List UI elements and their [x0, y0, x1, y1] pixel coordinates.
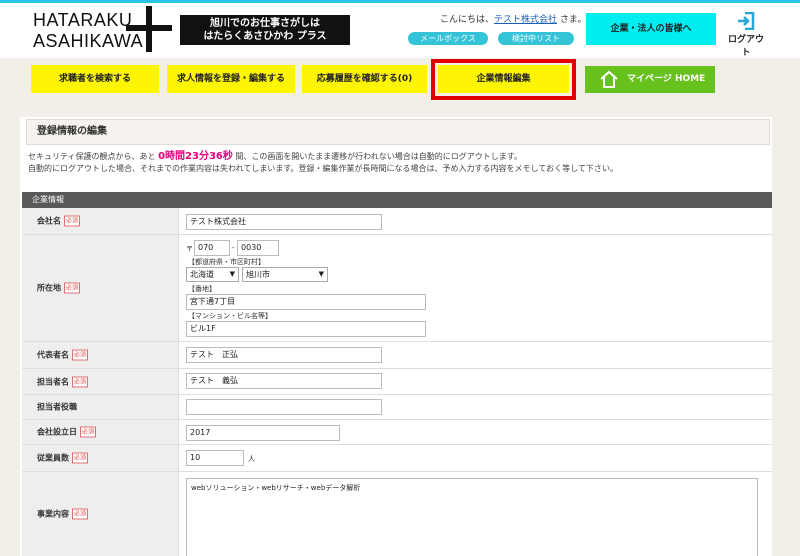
required-badge: 必須	[72, 508, 89, 520]
label-founded: 会社設立日	[37, 427, 77, 437]
tagline-line-1: 旭川でのお仕事さがしは	[210, 18, 320, 29]
required-badge: 必須	[64, 282, 81, 294]
logout-icon	[738, 12, 755, 30]
mypage-home-button[interactable]: マイページ HOME	[585, 66, 715, 93]
logo-plus-icon	[126, 6, 172, 52]
chevron-down-icon: ▼	[318, 270, 324, 278]
logout-button[interactable]: ログアウト	[724, 12, 768, 58]
company-name-input[interactable]: テスト株式会社	[186, 214, 382, 230]
label-contact-role: 担当者役職	[37, 402, 77, 412]
building-hint: 【マンション・ビル名等】	[188, 312, 272, 320]
required-badge: 必須	[72, 376, 89, 387]
employees-unit: 人	[248, 455, 255, 463]
row-company-name: 会社名 必須 テスト株式会社	[22, 208, 772, 235]
row-employees: 従業員数 必須 10 人	[22, 445, 772, 472]
label-employees: 従業員数	[37, 453, 69, 463]
street-input[interactable]: 宮下通7丁目	[186, 294, 426, 310]
contact-person-input[interactable]: テスト 義弘	[186, 373, 382, 389]
mypage-label: マイページ HOME	[627, 74, 706, 84]
employees-input[interactable]: 10	[186, 450, 244, 466]
security-notice: セキュリティ保護の観点から、あと 0時間23分36秒 間、この画面を開いたまま遷…	[28, 151, 768, 175]
founded-input[interactable]: 2017	[186, 425, 340, 441]
label-representative: 代表者名	[37, 350, 69, 360]
business-textarea[interactable]: webソリューション・webリサーチ・webデータ解析	[186, 478, 758, 556]
nav-job-postings[interactable]: 求人情報を登録・編集する	[167, 65, 295, 93]
corporate-info-button[interactable]: 企業・法人の皆様へ	[586, 13, 716, 45]
city-select[interactable]: 旭川市 ▼	[242, 267, 328, 282]
required-badge: 必須	[72, 452, 89, 464]
row-address: 所在地 必須 〒 070 - 0030 【都道府県・市区町村】 北海道 ▼ 旭川市 ▼…	[22, 235, 772, 342]
postal-mark: 〒	[186, 245, 193, 253]
review-list-button[interactable]: 検討中リスト	[498, 32, 574, 45]
label-address: 所在地	[37, 283, 61, 293]
label-company-name: 会社名	[37, 216, 61, 226]
row-founded: 会社設立日 必須 2017	[22, 420, 772, 445]
row-contact-person: 担当者名 必須 テスト 義弘	[22, 369, 772, 395]
required-badge: 必須	[64, 215, 81, 227]
row-business: 事業内容 必須 webソリューション・webリサーチ・webデータ解析	[22, 472, 772, 556]
page-title: 登録情報の編集	[26, 119, 770, 145]
section-header-company-info: 企業情報	[22, 192, 772, 208]
prefecture-select[interactable]: 北海道 ▼	[186, 267, 239, 282]
top-accent-line	[0, 0, 800, 3]
logout-label: ログアウト	[727, 35, 764, 58]
representative-input[interactable]: テスト 正弘	[186, 347, 382, 363]
selection-highlight	[431, 59, 576, 100]
postal-code-1-input[interactable]: 070	[194, 240, 230, 256]
greeting: こんにちは、テスト株式会社 さま。	[440, 15, 587, 25]
row-contact-role: 担当者役職	[22, 395, 772, 420]
logo-tagline: 旭川でのお仕事さがしは はたらくあさひかわ プラス	[180, 15, 350, 45]
nav-application-history[interactable]: 応募履歴を確認する(0)	[302, 65, 427, 93]
postal-dash: -	[232, 244, 235, 252]
pref-city-hint: 【都道府県・市区町村】	[188, 258, 265, 266]
row-representative: 代表者名 必須 テスト 正弘	[22, 342, 772, 369]
home-icon	[600, 70, 618, 88]
nav-search-jobseekers[interactable]: 求職者を検索する	[31, 65, 159, 93]
notice-line-2: 自動的にログアウトした場合、それまでの作業内容は失われてしまいます。登録・編集作…	[28, 164, 618, 173]
label-contact-person: 担当者名	[37, 377, 69, 386]
street-hint: 【番地】	[188, 285, 216, 293]
required-badge: 必須	[80, 426, 97, 438]
logout-timer: 0時間23分36秒	[158, 151, 233, 162]
mailbox-button[interactable]: メールボックス	[408, 32, 488, 45]
postal-code-2-input[interactable]: 0030	[237, 240, 279, 256]
label-business: 事業内容	[37, 509, 69, 519]
contact-role-input[interactable]	[186, 399, 382, 415]
building-input[interactable]: ビル1F	[186, 321, 426, 337]
chevron-down-icon: ▼	[229, 270, 235, 278]
company-link[interactable]: テスト株式会社	[494, 15, 557, 25]
required-badge: 必須	[72, 349, 89, 361]
tagline-line-2: はたらくあさひかわ プラス	[203, 31, 327, 42]
